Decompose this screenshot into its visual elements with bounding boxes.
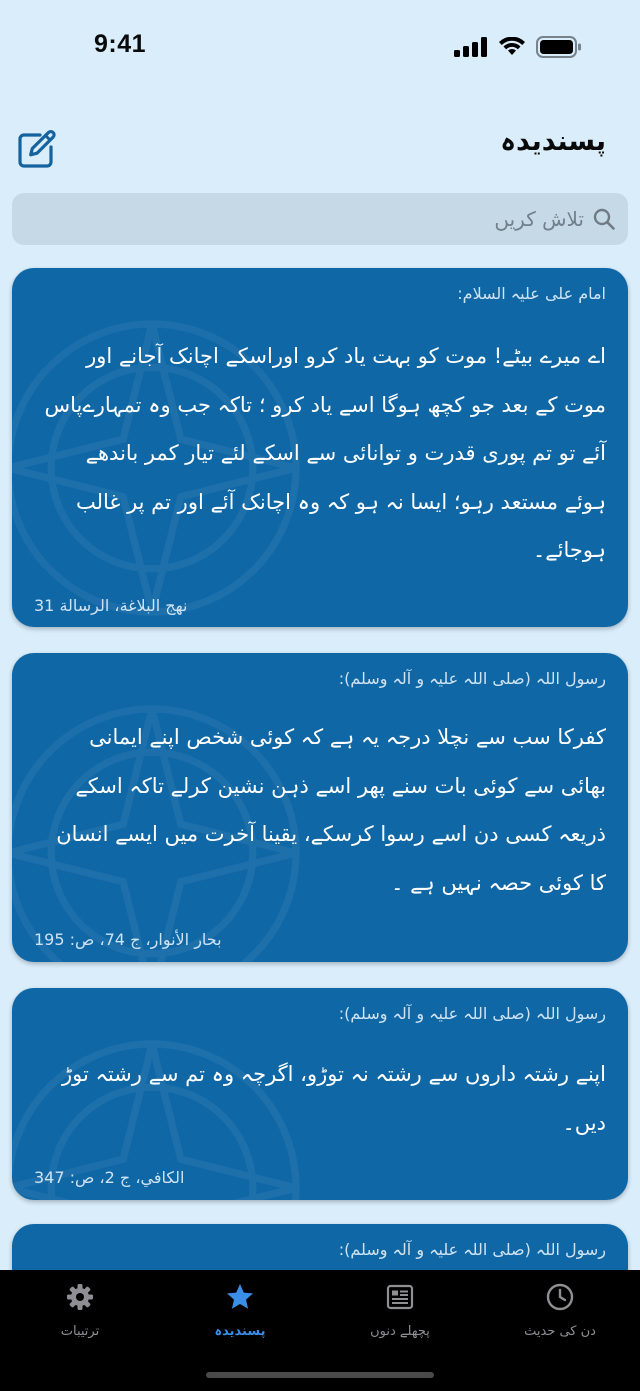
- hadith-list[interactable]: امام علی علیہ السلام: اے میرے بیٹے! موت …: [0, 266, 640, 1270]
- hadith-text: کفرکا سب سے نچلا درجہ یہ ہے کہ کوئی شخص …: [56, 725, 606, 895]
- hadith-card[interactable]: رسول اللہ (صلی اللہ علیہ و آلہ وسلم):: [12, 1224, 628, 1270]
- search-input[interactable]: [44, 193, 584, 245]
- tab-label: ترتیبات: [60, 1324, 100, 1339]
- status-bar: 9:41: [0, 0, 640, 96]
- hadith-source: نهج البلاغة، الرسالة 31: [34, 596, 188, 615]
- tab-label: پسندیدہ: [214, 1324, 266, 1339]
- hadith-card[interactable]: رسول اللہ (صلی اللہ علیہ و آلہ وسلم): اپ…: [12, 988, 628, 1200]
- news-icon: [386, 1284, 414, 1310]
- hadith-narrator: امام علی علیہ السلام:: [457, 284, 606, 303]
- edit-icon: [18, 129, 56, 168]
- star-icon: [227, 1284, 253, 1309]
- tab-label: دن کی حدیث: [524, 1324, 596, 1339]
- tab-label: پچھلے دنوں: [370, 1324, 430, 1339]
- tab-hadith-of-day[interactable]: دن کی حدیث: [480, 1270, 640, 1354]
- battery-icon: [536, 36, 581, 58]
- home-indicator: [206, 1372, 434, 1378]
- hadith-card[interactable]: امام علی علیہ السلام: اے میرے بیٹے! موت …: [12, 268, 628, 627]
- hadith-text: اپنے رشتہ داروں سے رشتہ نہ توڑو، اگرچہ و…: [62, 1062, 606, 1135]
- header: پسندیدہ: [0, 120, 640, 176]
- hadith-card[interactable]: رسول اللہ (صلی اللہ علیہ و آلہ وسلم): کف…: [12, 653, 628, 962]
- hadith-text: اے میرے بیٹے! موت کو بہت یاد کرو اوراسکے…: [44, 344, 606, 562]
- hadith-source: الكافي، ج 2، ص: 347: [34, 1168, 185, 1187]
- search-bar[interactable]: [12, 193, 628, 245]
- gear-icon: [67, 1284, 93, 1310]
- tab-favorites[interactable]: پسندیدہ: [160, 1270, 320, 1354]
- tab-previous-days[interactable]: پچھلے دنوں: [320, 1270, 480, 1354]
- status-time: 9:41: [94, 30, 147, 58]
- clock-icon: [546, 1283, 574, 1311]
- cellular-signal-icon: [454, 37, 487, 57]
- search-icon: [593, 208, 615, 230]
- hadith-narrator: رسول اللہ (صلی اللہ علیہ و آلہ وسلم):: [338, 1004, 606, 1023]
- hadith-narrator: رسول اللہ (صلی اللہ علیہ و آلہ وسلم):: [338, 669, 606, 688]
- hadith-narrator: رسول اللہ (صلی اللہ علیہ و آلہ وسلم):: [338, 1240, 606, 1259]
- wifi-icon: [499, 37, 525, 55]
- page-title: پسندیدہ: [500, 126, 606, 157]
- tab-settings[interactable]: ترتیبات: [0, 1270, 160, 1354]
- edit-button[interactable]: [16, 128, 58, 170]
- status-icons: [454, 36, 582, 58]
- hadith-source: بحار الأنوار، ج 74، ص: 195: [34, 930, 222, 949]
